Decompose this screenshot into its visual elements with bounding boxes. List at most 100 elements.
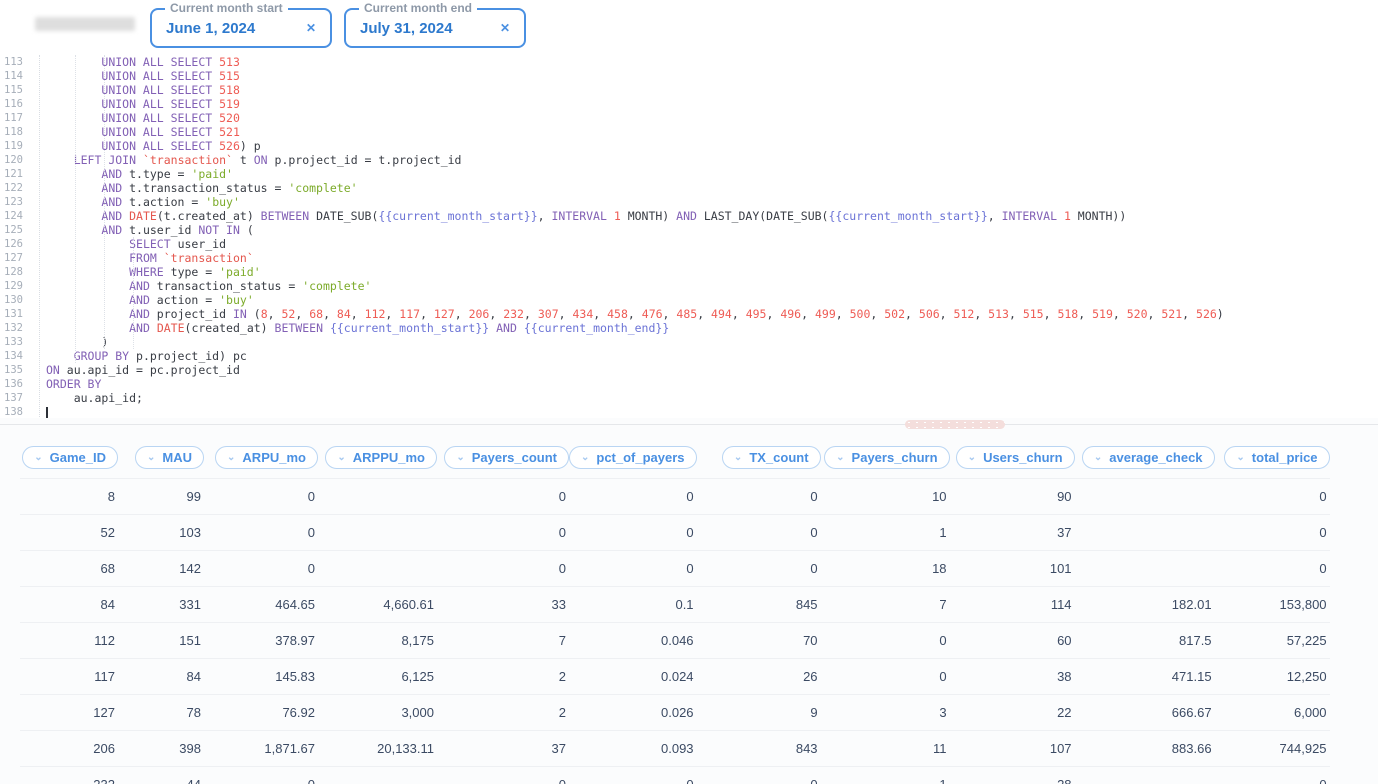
table-cell: 331 (118, 587, 204, 623)
param-start-value[interactable]: June 1, 2024 (166, 20, 255, 37)
table-cell: 151 (118, 623, 204, 659)
line-number: 123 (0, 195, 39, 209)
code-line: UNION ALL SELECT 513 (46, 55, 1378, 69)
table-cell: 1 (821, 515, 950, 551)
table-cell: 99 (118, 479, 204, 515)
table-row: 681420000181010 (20, 551, 1330, 587)
code-line: UNION ALL SELECT 515 (46, 69, 1378, 83)
table-cell: 153,800 (1215, 587, 1330, 623)
param-end-value[interactable]: July 31, 2024 (360, 20, 453, 37)
code-line: UNION ALL SELECT 518 (46, 83, 1378, 97)
column-label: Users_churn (983, 450, 1062, 465)
column-label: ARPU_mo (242, 450, 306, 465)
table-cell: 103 (118, 515, 204, 551)
table-cell: 2 (437, 659, 569, 695)
code-line: SELECT user_id (46, 237, 1378, 251)
code-line: AND project_id IN (8, 52, 68, 84, 112, 1… (46, 307, 1378, 321)
table-cell: 9 (697, 695, 821, 731)
column-header-payers_churn: ⌄Payers_churn (821, 440, 950, 479)
table-row: 1277876.923,00020.0269322666.676,000 (20, 695, 1330, 731)
table-row: 112151378.978,17570.04670060817.557,225 (20, 623, 1330, 659)
table-cell: 37 (437, 731, 569, 767)
line-number: 120 (0, 153, 39, 167)
column-label: total_price (1252, 450, 1318, 465)
code-line: ON au.api_id = pc.project_id (46, 363, 1378, 377)
indent-guide (104, 55, 105, 349)
table-cell: 20,133.11 (318, 731, 437, 767)
code-line: AND t.type = 'paid' (46, 167, 1378, 181)
table-cell: 0 (821, 659, 950, 695)
line-number: 130 (0, 293, 39, 307)
table-cell: 90 (950, 479, 1075, 515)
column-sort-button-game_id[interactable]: ⌄Game_ID (22, 446, 118, 469)
table-body: 8990000109005210300001370681420000181010… (20, 479, 1330, 784)
code-line: GROUP BY p.project_id) pc (46, 349, 1378, 363)
column-sort-button-arppu_mo[interactable]: ⌄ARPPU_mo (325, 446, 437, 469)
table-cell: 378.97 (204, 623, 318, 659)
code-line (46, 405, 1378, 418)
editor-code[interactable]: UNION ALL SELECT 513 UNION ALL SELECT 51… (46, 55, 1378, 418)
table-row: 2063981,871.6720,133.11370.0938431110788… (20, 731, 1330, 767)
table-row: 84331464.654,660.61330.18457114182.01153… (20, 587, 1330, 623)
indent-guide (133, 237, 134, 349)
column-sort-button-mau[interactable]: ⌄MAU (135, 446, 204, 469)
clear-icon[interactable]: ✕ (500, 21, 510, 35)
parameter-bar: Current month start June 1, 2024 ✕ Curre… (0, 0, 1378, 52)
app-window: Current month start June 1, 2024 ✕ Curre… (0, 0, 1378, 784)
table-cell (1075, 479, 1215, 515)
table-cell: 84 (118, 659, 204, 695)
code-line: AND action = 'buy' (46, 293, 1378, 307)
table-cell: 8 (20, 479, 118, 515)
table-cell: 18 (821, 551, 950, 587)
table-cell: 0 (697, 515, 821, 551)
pane-divider (0, 424, 1378, 425)
column-header-arppu_mo: ⌄ARPPU_mo (318, 440, 437, 479)
column-sort-button-arpu_mo[interactable]: ⌄ARPU_mo (215, 446, 318, 469)
table-cell: 114 (950, 587, 1075, 623)
code-line: FROM `transaction` (46, 251, 1378, 265)
table-cell: 44 (118, 767, 204, 784)
table-cell: 60 (950, 623, 1075, 659)
table-row: 5210300001370 (20, 515, 1330, 551)
param-current-month-start[interactable]: Current month start June 1, 2024 ✕ (150, 8, 332, 48)
table-cell: 3 (821, 695, 950, 731)
column-sort-button-average_check[interactable]: ⌄average_check (1082, 446, 1215, 469)
chevron-down-icon: ⌄ (34, 453, 42, 463)
table-cell: 76.92 (204, 695, 318, 731)
table-cell: 84 (20, 587, 118, 623)
code-line: ) (46, 335, 1378, 349)
column-sort-button-users_churn[interactable]: ⌄Users_churn (956, 446, 1075, 469)
chevron-down-icon: ⌄ (1236, 453, 1244, 463)
column-label: TX_count (749, 450, 808, 465)
table-cell: 0 (204, 515, 318, 551)
column-header-arpu_mo: ⌄ARPU_mo (204, 440, 318, 479)
param-current-month-end[interactable]: Current month end July 31, 2024 ✕ (344, 8, 526, 48)
table-cell: 0 (1215, 515, 1330, 551)
table-cell: 0 (569, 767, 697, 784)
pane-resize-handle[interactable] (905, 420, 1005, 429)
clear-icon[interactable]: ✕ (306, 21, 316, 35)
table-cell: 232 (20, 767, 118, 784)
table-cell: 0.026 (569, 695, 697, 731)
table-cell: 0 (821, 623, 950, 659)
column-sort-button-tx_count[interactable]: ⌄TX_count (722, 446, 821, 469)
line-number: 116 (0, 97, 39, 111)
table-cell: 843 (697, 731, 821, 767)
column-sort-button-payers_churn[interactable]: ⌄Payers_churn (824, 446, 949, 469)
sql-editor[interactable]: 1131141151161171181191201211221231241251… (0, 52, 1378, 418)
line-number: 118 (0, 125, 39, 139)
line-number: 132 (0, 321, 39, 335)
table-cell: 464.65 (204, 587, 318, 623)
column-label: pct_of_payers (596, 450, 684, 465)
table-cell: 12,250 (1215, 659, 1330, 695)
column-sort-button-pct_of_payers[interactable]: ⌄pct_of_payers (569, 446, 697, 469)
code-line: AND t.user_id NOT IN ( (46, 223, 1378, 237)
column-sort-button-total_price[interactable]: ⌄ total_price (1224, 446, 1329, 469)
column-sort-button-payers_count[interactable]: ⌄Payers_count (444, 446, 569, 469)
table-cell: 0.024 (569, 659, 697, 695)
line-number: 126 (0, 237, 39, 251)
column-label: Payers_count (472, 450, 557, 465)
table-cell: 0 (697, 479, 821, 515)
table-cell: 744,925 (1215, 731, 1330, 767)
table-cell (1075, 551, 1215, 587)
